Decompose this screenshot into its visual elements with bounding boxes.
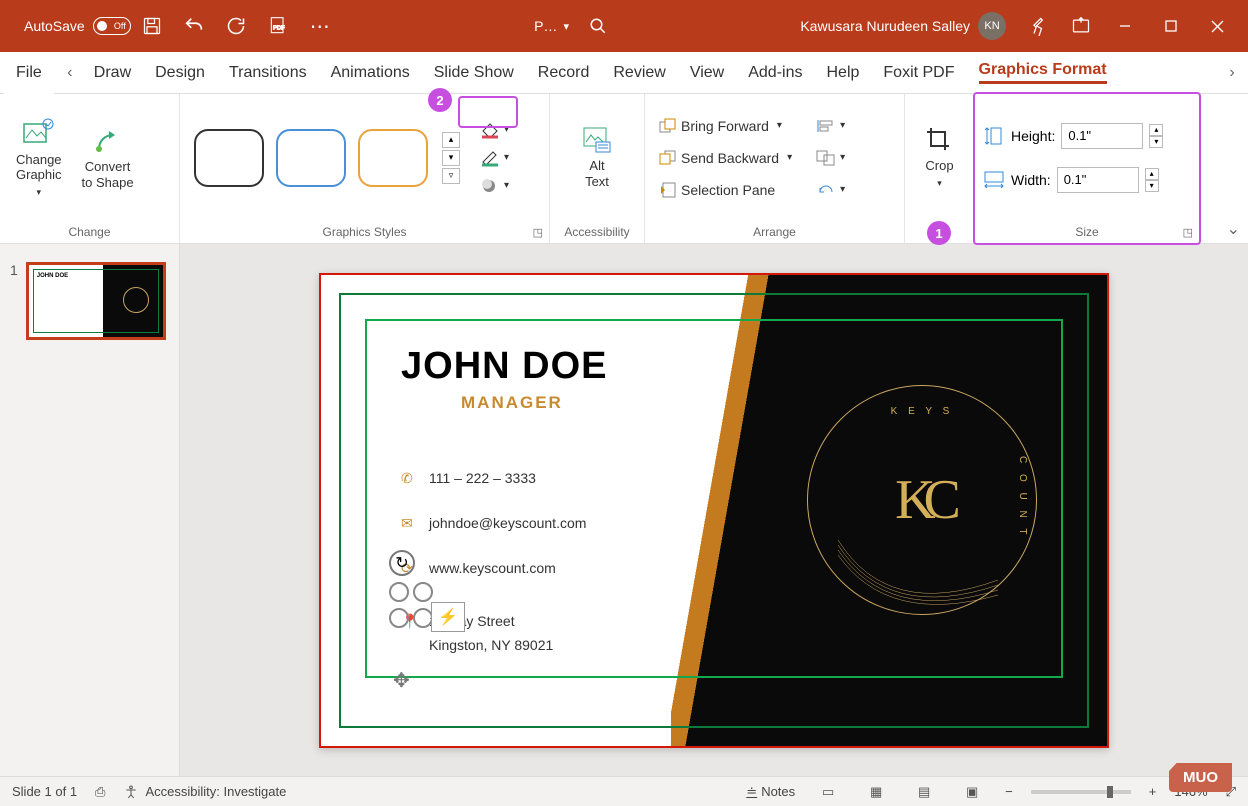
card-name: JOHN DOE: [401, 345, 607, 388]
coming-soon-button[interactable]: [1018, 0, 1060, 52]
collapse-ribbon-button[interactable]: ⌄: [1227, 219, 1240, 239]
tab-addins[interactable]: Add-ins: [736, 52, 814, 94]
zoom-slider[interactable]: [1031, 790, 1131, 794]
status-bar: Slide 1 of 1 ⎙ Accessibility: Investigat…: [0, 776, 1248, 806]
contact-phone: ✆111 – 222 – 3333: [401, 470, 536, 487]
close-button[interactable]: [1194, 0, 1240, 52]
align-button[interactable]: ▾: [810, 114, 851, 138]
normal-view-button[interactable]: ▭: [813, 781, 843, 803]
height-label: Height:: [1011, 128, 1055, 144]
group-label-styles: Graphics Styles◳: [180, 221, 549, 243]
user-avatar[interactable]: KN: [978, 12, 1006, 40]
slide-thumbnail-1[interactable]: JOHN DOE: [26, 262, 166, 340]
styles-row-down[interactable]: ▾: [442, 150, 460, 166]
rotate-button[interactable]: ▾: [810, 178, 851, 202]
logo: K E Y S C O U N T KC: [807, 385, 1037, 615]
slide-canvas[interactable]: JOHN DOE MANAGER ✆111 – 222 – 3333 ✉john…: [180, 244, 1248, 776]
svg-text:PDF: PDF: [273, 25, 285, 31]
height-up[interactable]: ▴: [1149, 124, 1163, 136]
selection-pane-button[interactable]: Selection Pane: [653, 178, 798, 202]
tab-file[interactable]: File: [4, 52, 54, 94]
graphics-outline-button[interactable]: ▾: [474, 145, 515, 171]
group-label-change: Change: [0, 221, 179, 243]
notes-button[interactable]: ≐Notes: [746, 784, 795, 800]
tab-transitions[interactable]: Transitions: [217, 52, 319, 94]
slideshow-view-button[interactable]: ▣: [957, 781, 987, 803]
alt-text-button[interactable]: Alt Text: [574, 122, 620, 193]
tab-scroll-left[interactable]: ‹: [58, 64, 82, 82]
tab-record[interactable]: Record: [526, 52, 602, 94]
save-button[interactable]: [131, 0, 173, 52]
autosave-toggle[interactable]: AutoSave Off: [24, 17, 131, 35]
size-launcher-icon[interactable]: ◳: [1183, 226, 1193, 239]
graphic-style-3[interactable]: [358, 129, 428, 187]
send-backward-button[interactable]: Send Backward▾: [653, 146, 798, 170]
thumbnail-pane[interactable]: 1 JOHN DOE: [0, 244, 180, 776]
tab-foxit[interactable]: Foxit PDF: [871, 52, 966, 94]
tab-scroll-right[interactable]: ›: [1220, 64, 1244, 82]
crop-button[interactable]: Crop▾: [917, 122, 963, 192]
minimize-button[interactable]: [1102, 0, 1148, 52]
convert-to-shape-button[interactable]: Convert to Shape: [74, 121, 142, 194]
status-slide: Slide 1 of 1: [12, 784, 77, 799]
user-name: Kawusara Nurudeen Salley: [800, 18, 970, 34]
tab-review[interactable]: Review: [601, 52, 677, 94]
height-down[interactable]: ▾: [1149, 136, 1163, 148]
styles-row-up[interactable]: ▴: [442, 132, 460, 148]
app-mode-button[interactable]: [1060, 0, 1102, 52]
styles-launcher-icon[interactable]: ◳: [533, 226, 543, 239]
slide: JOHN DOE MANAGER ✆111 – 222 – 3333 ✉john…: [319, 273, 1109, 748]
more-commands-button[interactable]: ⋯: [299, 0, 341, 52]
tab-view[interactable]: View: [678, 52, 736, 94]
group-button[interactable]: ▾: [810, 146, 851, 170]
bring-forward-button[interactable]: Bring Forward▾: [653, 114, 798, 138]
search-button[interactable]: [589, 17, 607, 35]
ribbon: Change Graphic ▾ Convert to Shape Change…: [0, 94, 1248, 244]
contact-email: ✉johndoe@keyscount.com: [401, 515, 586, 532]
tab-design[interactable]: Design: [143, 52, 217, 94]
watermark: MUO: [1169, 763, 1232, 792]
tab-animations[interactable]: Animations: [319, 52, 422, 94]
width-label: Width:: [1011, 172, 1051, 188]
graphics-fill-button[interactable]: ▾: [474, 117, 515, 143]
autosave-label: AutoSave: [24, 18, 85, 34]
undo-button[interactable]: [173, 0, 215, 52]
ribbon-tabs: File ‹ Draw Design Transitions Animation…: [0, 52, 1248, 94]
status-accessibility[interactable]: Accessibility: Investigate: [123, 784, 286, 800]
height-input[interactable]: [1061, 123, 1143, 149]
graphic-style-2[interactable]: [276, 129, 346, 187]
group-label-size: Size◳: [975, 221, 1199, 243]
height-icon: [983, 126, 1005, 146]
width-up[interactable]: ▴: [1145, 168, 1159, 180]
width-input[interactable]: [1057, 167, 1139, 193]
workspace: 1 JOHN DOE JOHN DOE MANAGER ✆111 – 222 –…: [0, 244, 1248, 776]
width-down[interactable]: ▾: [1145, 180, 1159, 192]
group-label-arrange: Arrange: [645, 221, 904, 243]
thumbnail-number: 1: [10, 262, 18, 340]
title-bar: AutoSave Off PDF ⋯ P… ▾ Kawusara Nurudee…: [0, 0, 1248, 52]
reading-view-button[interactable]: ▤: [909, 781, 939, 803]
export-pdf-button[interactable]: PDF: [257, 0, 299, 52]
status-lang-icon[interactable]: ⎙: [95, 784, 105, 800]
zoom-out-button[interactable]: −: [1005, 784, 1013, 799]
change-graphic-button[interactable]: Change Graphic ▾: [8, 114, 70, 202]
tab-help[interactable]: Help: [814, 52, 871, 94]
tab-draw[interactable]: Draw: [82, 52, 143, 94]
selection-overlay[interactable]: ↻ ⚡ ✥: [389, 550, 433, 628]
maximize-button[interactable]: [1148, 0, 1194, 52]
graphic-style-1[interactable]: [194, 129, 264, 187]
redo-button[interactable]: [215, 0, 257, 52]
card-role: MANAGER: [461, 393, 563, 413]
zoom-in-button[interactable]: +: [1149, 784, 1157, 799]
document-title[interactable]: P… ▾: [534, 18, 569, 34]
tab-graphics-format[interactable]: Graphics Format: [967, 52, 1119, 94]
width-icon: [983, 170, 1005, 190]
graphics-effects-button[interactable]: ▾: [474, 173, 515, 199]
contact-addr2: Kingston, NY 89021: [429, 637, 553, 653]
styles-more[interactable]: ▿: [442, 168, 460, 184]
group-label-accessibility: Accessibility: [550, 221, 644, 243]
sorter-view-button[interactable]: ▦: [861, 781, 891, 803]
